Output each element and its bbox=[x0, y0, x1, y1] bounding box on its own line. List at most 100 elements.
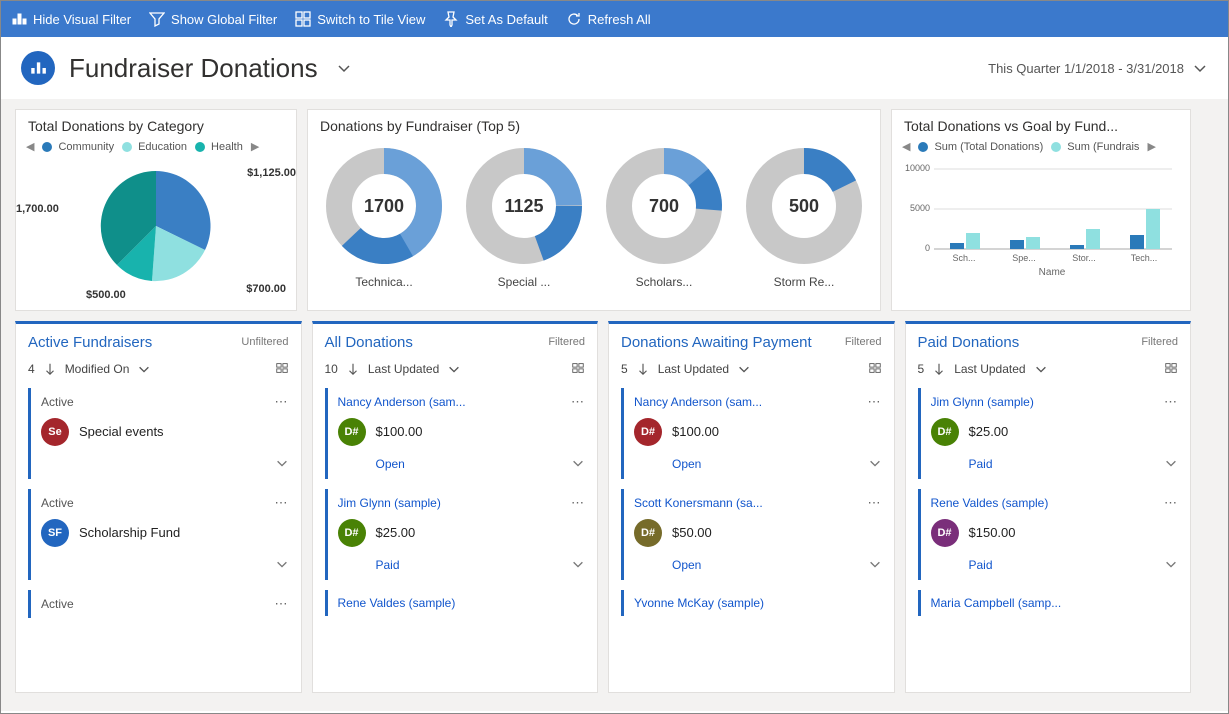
donut-item[interactable]: 700 Scholars... bbox=[594, 146, 734, 289]
more-icon[interactable]: ⋯ bbox=[1164, 394, 1178, 410]
list-body[interactable]: Nancy Anderson (sam...⋯ D#$100.00 Open S… bbox=[609, 388, 894, 692]
donut-item[interactable]: 1700 Technica... bbox=[314, 146, 454, 289]
chevron-down-icon[interactable] bbox=[737, 362, 751, 376]
list-item[interactable]: Maria Campbell (samp... bbox=[918, 590, 1183, 616]
title-chevron-down-icon[interactable] bbox=[336, 60, 352, 76]
list-item[interactable]: Active⋯ bbox=[28, 590, 293, 618]
sort-field[interactable]: Last Updated bbox=[368, 362, 439, 376]
list-item[interactable]: Yvonne McKay (sample) bbox=[621, 590, 886, 616]
hide-visual-filter-button[interactable]: Hide Visual Filter bbox=[11, 11, 131, 27]
bar-chart[interactable]: 10000 5000 0 Sch... Spe... Stor... Tech.… bbox=[892, 155, 1190, 290]
list-card-all-donations: All Donations Filtered 10 Last Updated N… bbox=[312, 321, 599, 693]
dashboard-icon bbox=[21, 51, 55, 85]
view-options-icon[interactable] bbox=[1164, 361, 1178, 378]
list-item[interactable]: Rene Valdes (sample)⋯ D#$150.00 Paid bbox=[918, 489, 1183, 580]
expand-icon[interactable] bbox=[1164, 456, 1178, 473]
filter-state: Filtered bbox=[845, 336, 882, 348]
command-bar: Hide Visual Filter Show Global Filter Sw… bbox=[1, 1, 1228, 37]
list-item[interactable]: Jim Glynn (sample)⋯ D#$25.00 Paid bbox=[918, 388, 1183, 479]
expand-icon[interactable] bbox=[868, 557, 882, 574]
view-options-icon[interactable] bbox=[868, 361, 882, 378]
view-options-icon[interactable] bbox=[571, 361, 585, 378]
list-item[interactable]: Rene Valdes (sample) bbox=[325, 590, 590, 616]
list-body[interactable]: Nancy Anderson (sam...⋯ D#$100.00 Open J… bbox=[313, 388, 598, 692]
more-icon[interactable]: ⋯ bbox=[275, 495, 289, 511]
svg-text:1700: 1700 bbox=[364, 196, 404, 216]
svg-text:Name: Name bbox=[1039, 267, 1066, 278]
avatar: D# bbox=[634, 519, 662, 547]
list-card-active-fundraisers: Active Fundraisers Unfiltered 4 Modified… bbox=[15, 321, 302, 693]
more-icon[interactable]: ⋯ bbox=[868, 495, 882, 511]
avatar: SF bbox=[41, 519, 69, 547]
bar-card: Total Donations vs Goal by Fund... ◀ Sum… bbox=[891, 109, 1191, 311]
expand-icon[interactable] bbox=[868, 456, 882, 473]
pie-label: $1,125.00 bbox=[247, 167, 296, 179]
bar-card-title: Total Donations vs Goal by Fund... bbox=[892, 110, 1190, 138]
expand-icon[interactable] bbox=[571, 557, 585, 574]
donut-item[interactable]: 1125 Special ... bbox=[454, 146, 594, 289]
record-count: 4 bbox=[28, 362, 35, 376]
avatar: Se bbox=[41, 418, 69, 446]
expand-icon[interactable] bbox=[275, 557, 289, 574]
sort-field[interactable]: Modified On bbox=[65, 362, 130, 376]
sort-field[interactable]: Last Updated bbox=[658, 362, 729, 376]
expand-icon[interactable] bbox=[275, 456, 289, 473]
donuts-card: Donations by Fundraiser (Top 5) 1700 Tec… bbox=[307, 109, 881, 311]
date-range-picker[interactable]: This Quarter 1/1/2018 - 3/31/2018 bbox=[988, 60, 1208, 76]
record-count: 5 bbox=[918, 362, 925, 376]
list-item[interactable]: Active⋯ SFScholarship Fund bbox=[28, 489, 293, 580]
bottom-list-row: Active Fundraisers Unfiltered 4 Modified… bbox=[15, 321, 1191, 693]
more-icon[interactable]: ⋯ bbox=[275, 394, 289, 410]
svg-text:1125: 1125 bbox=[504, 196, 543, 216]
set-default-button[interactable]: Set As Default bbox=[443, 11, 547, 27]
more-icon[interactable]: ⋯ bbox=[571, 394, 585, 410]
donut-item[interactable]: 500 Storm Re... bbox=[734, 146, 874, 289]
legend-prev-icon[interactable]: ◀ bbox=[26, 140, 34, 153]
sort-arrow-icon[interactable] bbox=[636, 362, 650, 376]
legend-next-icon[interactable]: ▶ bbox=[251, 140, 259, 153]
record-count: 10 bbox=[325, 362, 338, 376]
chevron-down-icon[interactable] bbox=[137, 362, 151, 376]
expand-icon[interactable] bbox=[571, 456, 585, 473]
switch-tile-view-button[interactable]: Switch to Tile View bbox=[295, 11, 425, 27]
more-icon[interactable]: ⋯ bbox=[868, 394, 882, 410]
sort-arrow-icon[interactable] bbox=[43, 362, 57, 376]
view-options-icon[interactable] bbox=[275, 361, 289, 378]
chevron-down-icon[interactable] bbox=[1034, 362, 1048, 376]
show-global-filter-button[interactable]: Show Global Filter bbox=[149, 11, 277, 27]
list-title[interactable]: Donations Awaiting Payment bbox=[621, 334, 812, 351]
list-body[interactable]: Active⋯ SeSpecial events Active⋯ SFSchol… bbox=[16, 388, 301, 692]
list-item[interactable]: Active⋯ SeSpecial events bbox=[28, 388, 293, 479]
legend-prev-icon[interactable]: ◀ bbox=[902, 140, 910, 153]
sort-arrow-icon[interactable] bbox=[346, 362, 360, 376]
legend-next-icon[interactable]: ▶ bbox=[1147, 140, 1155, 153]
pie-label: 1,700.00 bbox=[16, 203, 59, 215]
refresh-all-button[interactable]: Refresh All bbox=[566, 11, 651, 27]
avatar: D# bbox=[338, 519, 366, 547]
filter-state: Filtered bbox=[548, 336, 585, 348]
expand-icon[interactable] bbox=[1164, 557, 1178, 574]
more-icon[interactable]: ⋯ bbox=[275, 596, 289, 612]
list-item[interactable]: Nancy Anderson (sam...⋯ D#$100.00 Open bbox=[325, 388, 590, 479]
chevron-down-icon bbox=[1192, 60, 1208, 76]
list-title[interactable]: Active Fundraisers bbox=[28, 334, 152, 351]
list-body[interactable]: Jim Glynn (sample)⋯ D#$25.00 Paid Rene V… bbox=[906, 388, 1191, 692]
donut-row: 1700 Technica... 1125 Special ... bbox=[308, 138, 880, 299]
pie-card: Total Donations by Category ◀ Community … bbox=[15, 109, 297, 311]
more-icon[interactable]: ⋯ bbox=[571, 495, 585, 511]
more-icon[interactable]: ⋯ bbox=[1164, 495, 1178, 511]
pie-chart[interactable]: $1,125.00 $700.00 $500.00 1,700.00 bbox=[16, 155, 296, 301]
bar-legend: ◀ Sum (Total Donations) Sum (Fundrais ▶ bbox=[892, 138, 1190, 155]
list-title[interactable]: All Donations bbox=[325, 334, 413, 351]
pie-label: $500.00 bbox=[86, 289, 126, 301]
chevron-down-icon[interactable] bbox=[447, 362, 461, 376]
avatar: D# bbox=[634, 418, 662, 446]
list-item[interactable]: Jim Glynn (sample)⋯ D#$25.00 Paid bbox=[325, 489, 590, 580]
svg-text:Sch...: Sch... bbox=[952, 253, 975, 263]
list-item[interactable]: Nancy Anderson (sam...⋯ D#$100.00 Open bbox=[621, 388, 886, 479]
sort-field[interactable]: Last Updated bbox=[954, 362, 1025, 376]
list-item[interactable]: Scott Konersmann (sa...⋯ D#$50.00 Open bbox=[621, 489, 886, 580]
avatar: D# bbox=[338, 418, 366, 446]
sort-arrow-icon[interactable] bbox=[932, 362, 946, 376]
list-title[interactable]: Paid Donations bbox=[918, 334, 1020, 351]
